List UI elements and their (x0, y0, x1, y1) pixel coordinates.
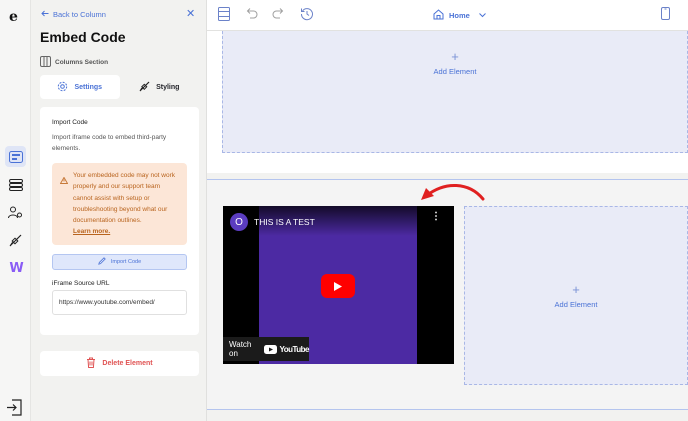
redo-icon[interactable] (272, 7, 284, 19)
import-code-button[interactable]: Import Code (52, 254, 187, 270)
source-url-label: iFrame Source URL (52, 280, 110, 287)
add-element-right[interactable]: Add Element (555, 300, 598, 309)
settings-panel: Back to Column ✕ Embed Code Columns Sect… (31, 0, 207, 421)
columns-section: O THIS IS A TEST ⋮ Watch on YouTube + Ad… (207, 179, 688, 410)
page-selector-label: Home (449, 11, 470, 20)
add-element-top[interactable]: Add Element (434, 67, 477, 76)
section-breadcrumb: Columns Section (40, 56, 108, 69)
top-toolbar: Home (207, 0, 688, 31)
mobile-preview-icon[interactable] (661, 7, 670, 20)
learn-more-link[interactable]: Learn more. (73, 226, 179, 237)
columns-icon (40, 56, 51, 69)
webflow-logo-icon[interactable]: W (5, 258, 26, 279)
source-url-input[interactable] (52, 290, 187, 315)
annotation-arrow-icon (421, 183, 485, 201)
dropzone-top[interactable]: + Add Element (222, 31, 688, 153)
brush-icon[interactable] (5, 230, 26, 251)
layers-icon[interactable] (218, 7, 230, 21)
tab-styling[interactable]: Styling (120, 75, 200, 99)
dropzone-right-column[interactable]: + Add Element (464, 206, 688, 385)
warning-text: Your embedded code may not work properly… (73, 172, 176, 225)
trash-icon (86, 357, 96, 370)
brush-icon (139, 81, 150, 94)
section-label: Columns Section (55, 59, 109, 66)
exit-icon[interactable] (6, 399, 23, 421)
plus-icon: + (451, 49, 459, 64)
chevron-down-icon (478, 11, 486, 20)
close-icon[interactable]: ✕ (186, 9, 195, 20)
youtube-logo-icon: YouTube (264, 344, 309, 354)
users-settings-icon[interactable] (5, 202, 26, 223)
warning-text-wrapper: Your embedded code may not work properly… (73, 170, 179, 245)
home-icon (433, 9, 444, 22)
delete-element-button[interactable]: Delete Element (40, 351, 199, 376)
import-heading: Import Code (52, 119, 88, 126)
layout-icon[interactable] (5, 146, 26, 167)
more-options-icon[interactable]: ⋮ (431, 212, 441, 222)
pencil-icon (98, 257, 106, 267)
page-selector[interactable]: Home (433, 9, 486, 22)
tab-settings-label: Settings (74, 83, 103, 91)
back-to-column-link[interactable]: Back to Column (41, 10, 106, 19)
sections-icon[interactable] (5, 174, 26, 195)
panel-tabs: Settings Styling (40, 75, 199, 99)
video-title[interactable]: THIS IS A TEST (254, 217, 315, 227)
warning-box: Your embedded code may not work properly… (52, 163, 187, 245)
watch-on-youtube-button[interactable]: Watch on YouTube (223, 337, 309, 361)
play-icon[interactable] (321, 274, 355, 298)
back-label: Back to Column (53, 10, 106, 19)
tab-settings[interactable]: Settings (40, 75, 120, 99)
import-code-label: Import Code (110, 259, 142, 265)
channel-avatar[interactable]: O (230, 213, 248, 231)
import-description: Import iframe code to embed third-party … (52, 134, 167, 152)
tab-styling-label: Styling (156, 83, 180, 91)
app-logo[interactable]: e (9, 9, 18, 25)
editor-canvas: + Add Element O THIS IS A TEST ⋮ Watch o… (207, 31, 688, 421)
warning-icon (59, 171, 69, 245)
watch-on-label: Watch on (229, 340, 252, 358)
embedded-video[interactable]: O THIS IS A TEST ⋮ Watch on YouTube (223, 206, 454, 364)
undo-icon[interactable] (246, 7, 258, 19)
arrow-left-icon (41, 10, 49, 19)
import-code-card: Import Code Import iframe code to embed … (40, 107, 199, 335)
gear-icon (57, 81, 68, 94)
canvas-section-top: + Add Element (207, 31, 688, 173)
youtube-label: YouTube (279, 344, 309, 354)
history-icon[interactable] (300, 7, 314, 21)
panel-title: Embed Code (40, 29, 126, 45)
plus-icon: + (572, 281, 580, 297)
icon-rail: e W (0, 0, 31, 421)
delete-label: Delete Element (102, 360, 153, 367)
